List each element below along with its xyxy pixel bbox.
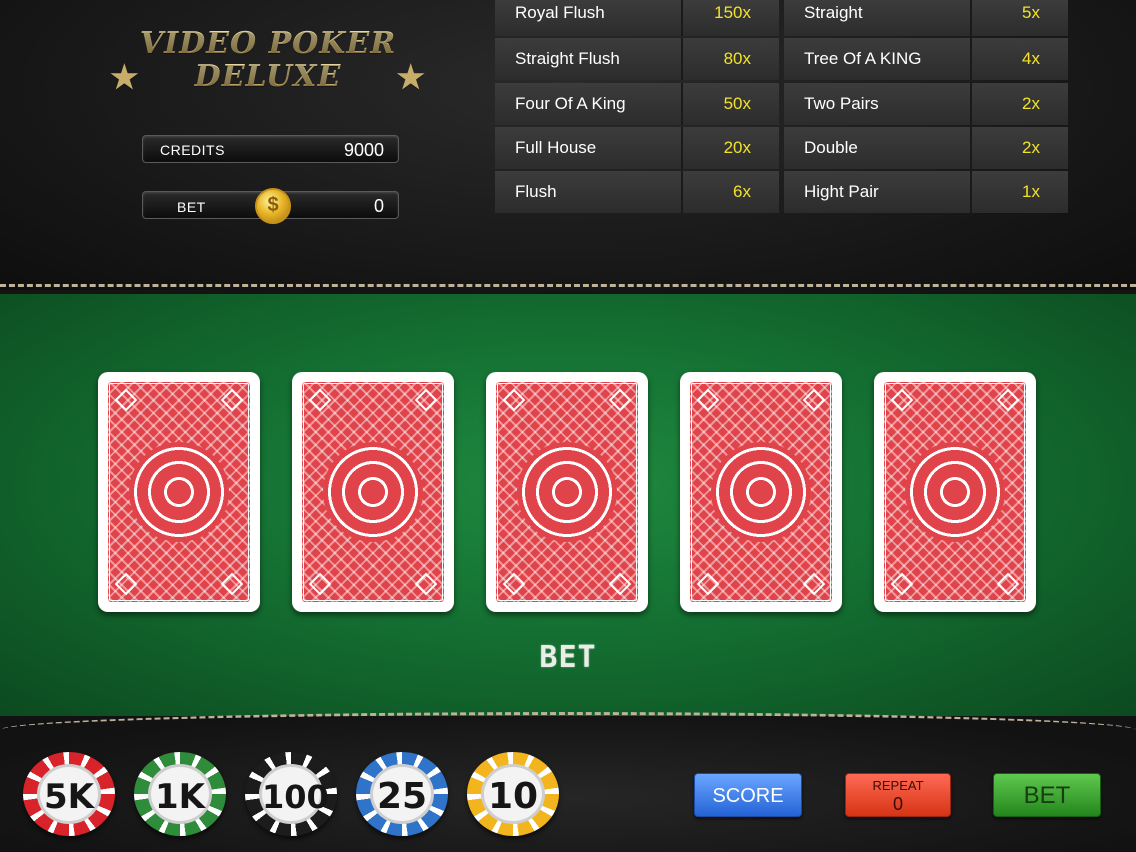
corner-ornament [220,388,244,412]
hand-name: Hight Pair [784,171,972,214]
card-2[interactable] [292,372,454,612]
corner-ornament [220,572,244,596]
hand-multiplier: 20x [723,137,751,157]
hand-multiplier: 150x [714,3,751,22]
hand-multiplier: 50x [723,93,751,113]
rosette-pattern [711,442,811,542]
hand-multiplier: 6x [733,182,751,202]
rosette-pattern [129,442,229,542]
corner-ornament [114,388,138,412]
corner-ornament [890,388,914,412]
paytable-row: Flush 6x [495,171,779,214]
bet-label: BET [177,199,206,215]
rosette-pattern [517,442,617,542]
table-status-text: BET [539,640,597,675]
corner-ornament [802,572,826,596]
paytable-left: Royal Flush 150x Straight Flush 80x Four… [495,0,779,214]
chip-100[interactable]: 100 [245,752,337,836]
chip-value: 100 [259,764,329,824]
hand-name: Four Of A King [495,82,683,125]
chip-1k[interactable]: 1K [134,752,226,836]
paytable-row: Four Of A King 50x [495,82,779,125]
hand-name: Double [784,126,972,169]
credits-display: CREDITS 9000 [142,135,399,163]
card-3[interactable] [486,372,648,612]
star-icon: ★ [396,58,426,96]
corner-ornament [608,572,632,596]
rosette-pattern [323,442,423,542]
card-back [107,381,251,603]
paytable-right: Straight 5x Tree Of A KING 4x Two Pairs … [784,0,1068,214]
hand-multiplier: 80x [723,49,751,69]
corner-ornament [890,572,914,596]
hand-name: Tree Of A KING [784,38,972,81]
bet-button[interactable]: BET [993,773,1101,817]
paytable-row: Straight Flush 80x [495,38,779,81]
chip-value: 10 [481,764,545,824]
card-back [883,381,1027,603]
corner-ornament [414,388,438,412]
card-4[interactable] [680,372,842,612]
hand-name: Full House [495,126,683,169]
paytable-row: Royal Flush 150x [495,0,779,36]
logo-subtitle-text: DELUXE [194,59,342,94]
hand-name: Straight [784,0,972,36]
card-1[interactable] [98,372,260,612]
paytable-row: Full House 20x [495,126,779,169]
corner-ornament [696,572,720,596]
paytable-row: Hight Pair 1x [784,171,1068,214]
corner-ornament [802,388,826,412]
coin-icon: $ [255,188,291,224]
corner-ornament [996,388,1020,412]
hand-multiplier: 2x [1022,93,1040,113]
paytable-row: Double 2x [784,126,1068,169]
logo-subtitle: ★ DELUXE ★ [100,58,436,96]
corner-ornament [308,388,332,412]
chip-value: 25 [370,764,434,824]
hand-name: Royal Flush [495,0,683,36]
card-5[interactable] [874,372,1036,612]
chip-5k[interactable]: 5K [23,752,115,836]
card-back [495,381,639,603]
star-icon: ★ [110,58,140,96]
paytable-row: Tree Of A KING 4x [784,38,1068,81]
chip-value: 1K [148,764,212,824]
paytable-row: Two Pairs 2x [784,82,1068,125]
corner-ornament [502,388,526,412]
chip-value: 5K [37,764,101,824]
repeat-button[interactable]: REPEAT 0 [845,773,951,817]
hand-name: Straight Flush [495,38,683,81]
rosette-pattern [905,442,1005,542]
logo-title: VIDEO POKER [100,28,436,60]
card-back [301,381,445,603]
bet-value: 0 [373,196,384,216]
card-back [689,381,833,603]
corner-ornament [996,572,1020,596]
corner-ornament [696,388,720,412]
stitch-divider [0,712,1136,752]
bet-display: BET $ 0 [142,188,399,224]
score-button[interactable]: SCORE [694,773,802,817]
credits-label: CREDITS [160,142,225,158]
stitch-divider [0,284,1136,287]
hand-multiplier: 5x [1022,3,1040,22]
corner-ornament [608,388,632,412]
corner-ornament [114,572,138,596]
credits-value: 9000 [343,140,384,160]
hand-multiplier: 1x [1022,182,1040,202]
hand-name: Two Pairs [784,82,972,125]
corner-ornament [502,572,526,596]
repeat-value: 0 [892,794,903,814]
corner-ornament [308,572,332,596]
hand-name: Flush [495,171,683,214]
hand-multiplier: 4x [1022,49,1040,69]
chip-25[interactable]: 25 [356,752,448,836]
corner-ornament [414,572,438,596]
chip-10[interactable]: 10 [467,752,559,836]
repeat-label: REPEAT [872,778,924,793]
hand-multiplier: 2x [1022,137,1040,157]
game-logo: VIDEO POKER ★ DELUXE ★ [100,28,436,98]
paytable-row: Straight 5x [784,0,1068,36]
